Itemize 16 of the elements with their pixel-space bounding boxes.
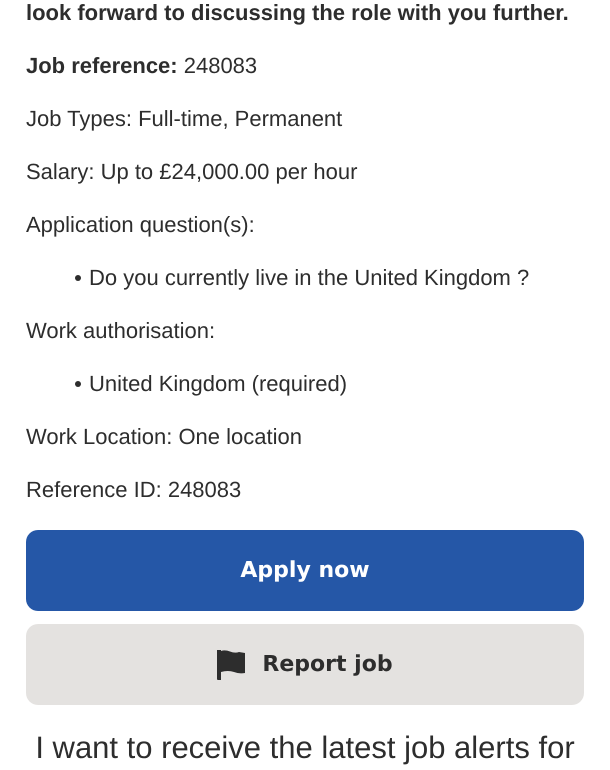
detail-text: Salary: Up to £24,000.00 per hour [26, 159, 358, 184]
bullet-text: United Kingdom (required) [89, 371, 348, 396]
bullet-text: Do you currently live in the United Kingdom ? [89, 265, 530, 290]
detail-text: Job reference: 248083 [26, 53, 258, 78]
bullet-icon [75, 380, 81, 386]
job-alerts-text: I want to receive the latest job alerts for [34, 731, 576, 765]
detail-text: Work Location: One location [26, 424, 302, 449]
flag-icon [217, 650, 246, 680]
apply-button[interactable]: Apply now [26, 530, 584, 611]
detail-text: Reference ID: 248083 [26, 477, 242, 502]
report-button[interactable]: Report job [26, 624, 584, 705]
detail-text: Job Types: Full-time, Permanent [26, 106, 342, 131]
detail-text: Work authorisation: [26, 318, 216, 343]
bullet-icon [75, 274, 81, 280]
description-text: look forward to discussing the role with you further. [26, 0, 569, 25]
detail-text: Application question(s): [26, 212, 255, 237]
